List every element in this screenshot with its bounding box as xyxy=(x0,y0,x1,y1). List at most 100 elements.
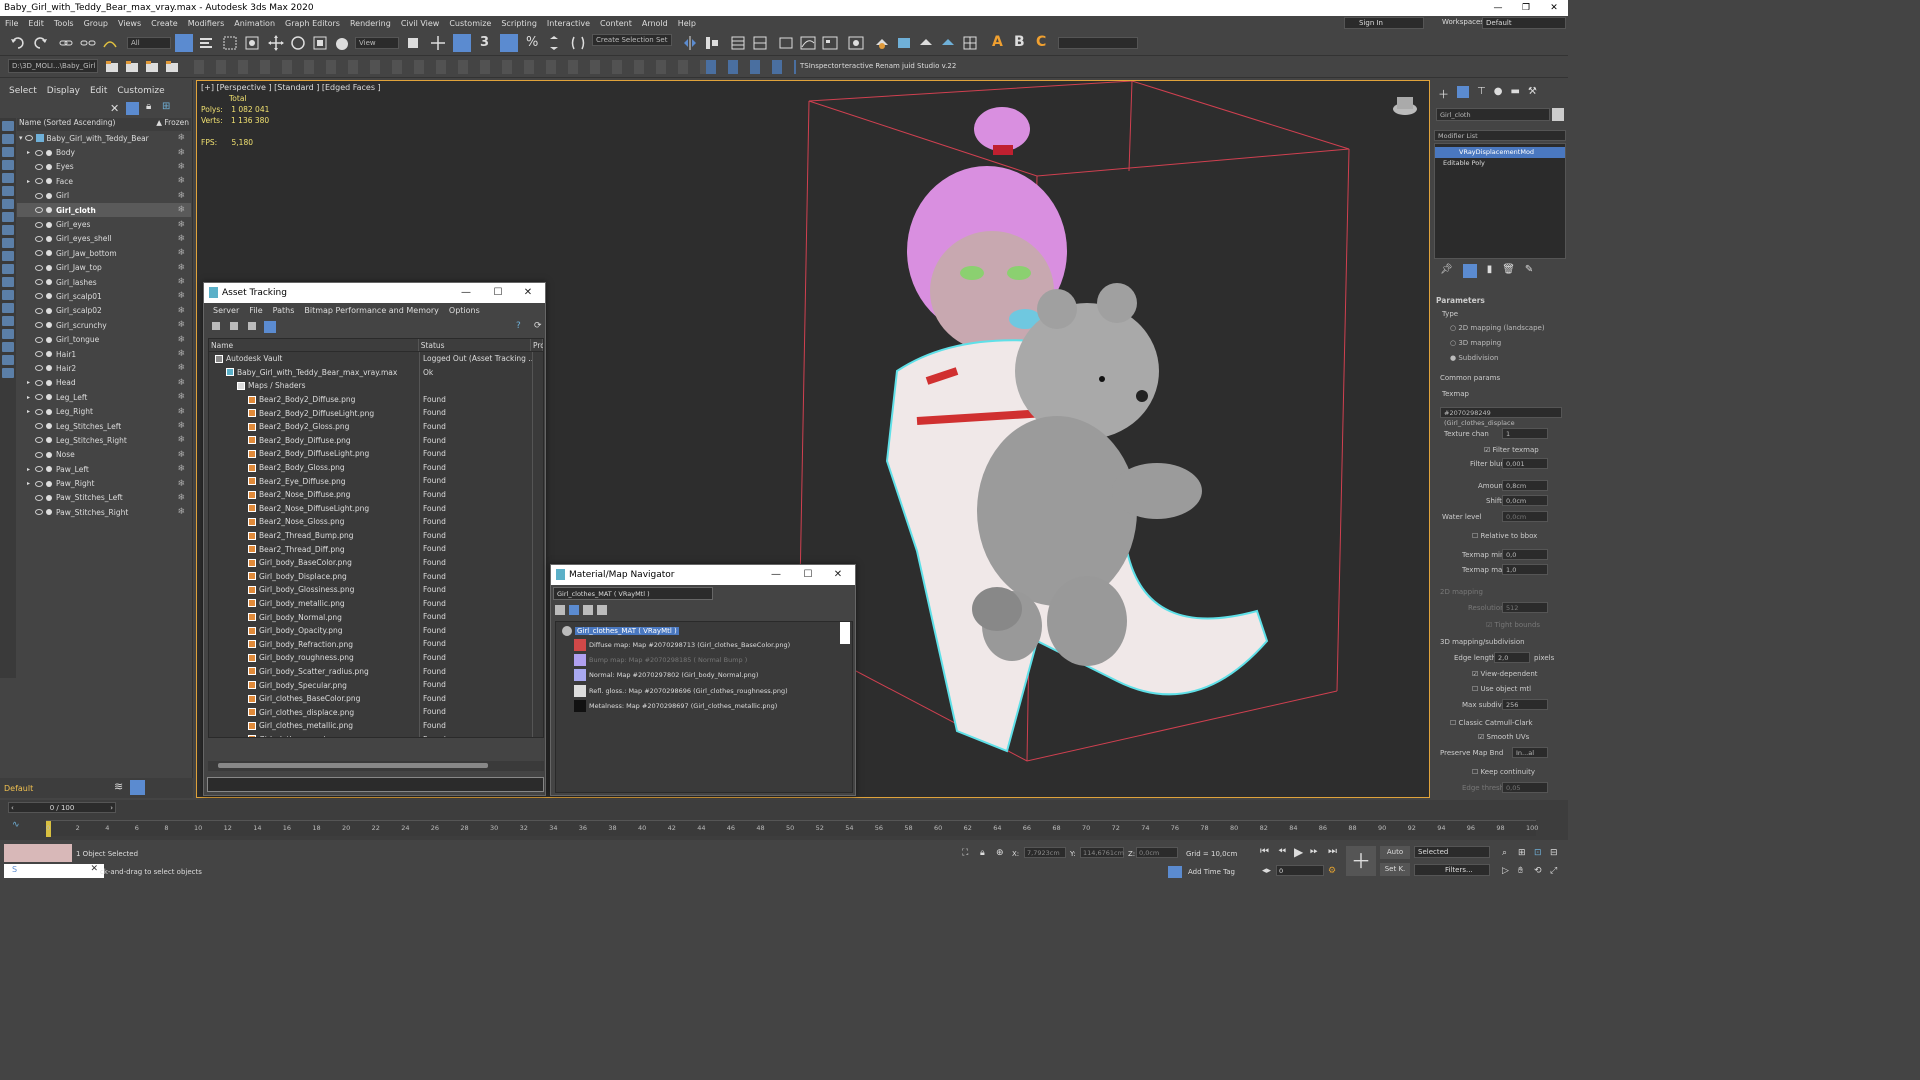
freeze-icon[interactable]: ❄ xyxy=(177,234,185,244)
asset-table-row[interactable]: Girl_body_roughness.png Found xyxy=(209,651,543,665)
select-by-name-icon[interactable] xyxy=(198,35,214,51)
expand-arrow-icon[interactable]: ▸ xyxy=(27,178,35,185)
schematic-view-icon[interactable] xyxy=(822,35,838,51)
visibility-eye-icon[interactable] xyxy=(35,163,43,170)
menu-customize[interactable]: Customize xyxy=(444,19,496,28)
toggle-layer-explorer-icon[interactable] xyxy=(752,35,768,51)
mirror-icon[interactable] xyxy=(682,35,698,51)
go-to-end-icon[interactable]: ⏭ xyxy=(1328,846,1337,857)
percent-snap-icon[interactable]: % xyxy=(526,35,538,50)
align-icon[interactable] xyxy=(704,35,720,51)
resolution-spinner[interactable]: 512 xyxy=(1502,602,1548,613)
asset-table-row[interactable]: Girl_clothes_BaseColor.png Found xyxy=(209,691,543,706)
asset-table-row[interactable]: Autodesk Vault Logged Out (Asset Tracking… xyxy=(209,352,543,366)
scene-tree-item[interactable]: Girl_cloth ❄ xyxy=(17,202,191,218)
expand-arrow-icon[interactable]: ▸ xyxy=(27,480,35,487)
visibility-eye-icon[interactable] xyxy=(35,451,43,458)
tree-root-row[interactable]: ▾ Baby_Girl_with_Teddy_Bear ❄ xyxy=(17,131,191,145)
arnold-b-icon[interactable]: B xyxy=(1014,34,1025,50)
freeze-icon[interactable]: ❄ xyxy=(177,507,185,517)
tight-bounds-checkbox[interactable]: ☑ Tight bounds xyxy=(1486,621,1540,629)
pin-stack-icon[interactable]: 📌︎ xyxy=(1440,264,1453,278)
expand-arrow-icon[interactable]: ▸ xyxy=(27,466,35,473)
scale-icon[interactable] xyxy=(312,35,328,51)
scene-tree-item[interactable]: Girl ❄ xyxy=(17,189,191,203)
vray-toolbar-icons[interactable] xyxy=(706,60,796,74)
project-icon-3[interactable] xyxy=(144,59,160,75)
current-frame-field[interactable]: 0 xyxy=(1276,865,1324,876)
previous-frame-icon[interactable]: ⏪︎ xyxy=(1278,846,1286,857)
menu-tools[interactable]: Tools xyxy=(49,19,79,28)
play-icon[interactable]: ▶ xyxy=(1294,845,1303,859)
object-name-field[interactable]: Girl_cloth xyxy=(1436,108,1550,121)
visibility-eye-icon[interactable] xyxy=(35,336,43,343)
maxscript-listener-mini[interactable] xyxy=(4,844,72,862)
view-small-icons-icon[interactable] xyxy=(583,605,593,615)
time-configuration-icon[interactable]: ⚙ xyxy=(1328,866,1336,876)
view-large-icons-icon[interactable] xyxy=(597,605,607,615)
scene-tree-item[interactable]: Hair1 ❄ xyxy=(17,347,191,361)
freeze-icon[interactable]: ❄ xyxy=(177,191,185,201)
key-filter-dropdown[interactable]: Selected xyxy=(1414,846,1490,858)
curve-editor-mini-icon[interactable]: ∿ xyxy=(12,820,20,830)
freeze-icon[interactable]: ❄ xyxy=(177,248,185,258)
asset-table-row[interactable]: Girl_body_metallic.png Found xyxy=(209,596,543,611)
visibility-eye-icon[interactable] xyxy=(35,408,43,415)
scene-tree-item[interactable]: Leg_Stitches_Right ❄ xyxy=(17,433,191,447)
visibility-eye-icon[interactable] xyxy=(35,250,43,257)
asset-table-row[interactable]: Girl_clothes_metallic.png Found xyxy=(209,719,543,733)
project-icon-1[interactable] xyxy=(104,59,120,75)
visibility-eye-icon[interactable] xyxy=(35,221,43,228)
bind-spacewarp-icon[interactable] xyxy=(102,35,118,51)
freeze-icon[interactable]: ❄ xyxy=(177,464,185,474)
use-object-mtl-checkbox[interactable]: ☐ Use object mtl xyxy=(1472,685,1531,693)
asset-table-row[interactable]: Girl_body_Opacity.png Found xyxy=(209,623,543,638)
configure-modifier-sets-icon[interactable]: ✎ xyxy=(1525,264,1533,278)
smooth-uvs-checkbox[interactable]: ☑ Smooth UVs xyxy=(1478,733,1529,741)
material-map-item[interactable]: Metalness: Map #2070298697 (Girl_clothes… xyxy=(556,699,852,714)
lock-icon[interactable]: 🔒︎ xyxy=(146,101,151,112)
toggle-ribbon-icon[interactable] xyxy=(778,35,794,51)
project-folder-dropdown[interactable]: D:\3D_MOLI...\Baby_Girl xyxy=(8,59,98,73)
asset-menu-server[interactable]: Server xyxy=(208,306,244,315)
angle-snap-button[interactable] xyxy=(500,34,518,52)
remove-modifier-icon[interactable]: 🗑︎ xyxy=(1502,264,1515,278)
radio-3d-mapping[interactable]: ○ 3D mapping xyxy=(1450,339,1501,347)
asset-menu-bitmap-performance[interactable]: Bitmap Performance and Memory xyxy=(299,306,444,315)
hierarchy-icon[interactable]: ⊞ xyxy=(162,101,170,112)
tsinspector-label[interactable]: TSInspector xyxy=(800,62,841,70)
render-production-icon[interactable] xyxy=(918,35,934,51)
visibility-eye-icon[interactable] xyxy=(35,437,43,444)
material-tree-root[interactable]: Girl_clothes_MAT ( VRayMtl ) xyxy=(556,624,852,637)
freeze-icon[interactable]: ❄ xyxy=(177,162,185,172)
render-setup-icon[interactable] xyxy=(874,35,890,51)
named-selection-sets-dropdown[interactable]: Create Selection Set xyxy=(592,34,672,46)
modify-tab-icon[interactable] xyxy=(1457,86,1469,98)
undo-icon[interactable] xyxy=(10,35,26,51)
selection-lock-icon[interactable]: 🔒︎ xyxy=(980,848,985,858)
region-select-icon[interactable] xyxy=(222,35,238,51)
scene-tree-item[interactable]: ▸ Paw_Left ❄ xyxy=(17,462,191,476)
visibility-eye-icon[interactable] xyxy=(35,293,43,300)
asset-menu-paths[interactable]: Paths xyxy=(268,306,300,315)
sign-in-dropdown[interactable]: Sign In xyxy=(1344,17,1424,29)
freeze-icon[interactable]: ❄ xyxy=(177,407,185,417)
scene-tree-item[interactable]: Girl_tongue ❄ xyxy=(17,332,191,346)
tab-display[interactable]: Display xyxy=(42,86,85,96)
scene-tree-item[interactable]: Paw_Stitches_Left ❄ xyxy=(17,491,191,505)
asset-table-row[interactable]: Bear2_Body_Gloss.png Found xyxy=(209,460,543,475)
menu-content[interactable]: Content xyxy=(595,19,637,28)
auto-key-button[interactable]: Auto xyxy=(1380,846,1410,859)
scene-tree-item[interactable]: ▸ Face ❄ xyxy=(17,174,191,188)
visibility-eye-icon[interactable] xyxy=(35,379,43,386)
scene-tree-item[interactable]: Girl_Jaw_bottom ❄ xyxy=(17,246,191,260)
extension-toolbar-icons[interactable] xyxy=(194,60,784,74)
water-level-spinner[interactable]: 0,0cm xyxy=(1502,511,1548,522)
display-tab-icon[interactable]: ▬ xyxy=(1510,86,1519,100)
freeze-icon[interactable]: ❄ xyxy=(177,148,185,158)
x-coordinate-field[interactable]: 7,7923cm xyxy=(1024,847,1066,858)
freeze-icon[interactable]: ❄ xyxy=(177,349,185,359)
material-map-item[interactable]: Bump map: Map #2070298185 ( Normal Bump … xyxy=(556,652,852,667)
menu-graph-editors[interactable]: Graph Editors xyxy=(280,19,345,28)
view-list-icons-icon[interactable] xyxy=(569,605,579,615)
